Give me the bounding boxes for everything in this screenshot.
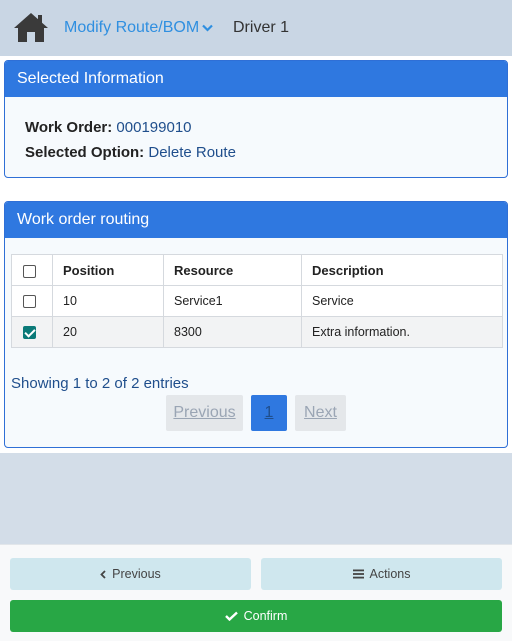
column-header[interactable]: Resource xyxy=(163,254,302,286)
resource-cell: Service1 xyxy=(163,285,302,317)
modify-route-menu[interactable]: Modify Route/BOM xyxy=(64,19,213,37)
chevron-left-icon xyxy=(100,569,106,579)
driver-label: Driver 1 xyxy=(233,19,290,36)
row-checkbox-cell xyxy=(11,285,53,317)
menu-label: Modify Route/BOM xyxy=(64,19,200,36)
resource-cell: 8300 xyxy=(163,316,302,348)
home-icon[interactable] xyxy=(13,11,49,43)
selected-option-row: Selected Option: Delete Route xyxy=(25,144,236,161)
selected-option-value: Delete Route xyxy=(148,144,236,161)
select-all-checkbox[interactable] xyxy=(23,264,36,278)
pagination-page-button[interactable]: 1 xyxy=(251,395,287,431)
entries-info: Showing 1 to 2 of 2 entries xyxy=(11,375,189,392)
pagination-previous-button[interactable]: Previous xyxy=(166,395,243,431)
work-order-row: Work Order: 000199010 xyxy=(25,119,192,136)
panel-title: Work order routing xyxy=(5,202,507,238)
table-row[interactable]: 10 Service1 Service xyxy=(11,285,503,317)
description-cell: Extra information. xyxy=(301,316,503,348)
column-header[interactable]: Description xyxy=(301,254,503,286)
chevron-down-icon xyxy=(202,24,213,32)
table-header-row: Position Resource Description xyxy=(11,254,503,286)
work-order-label: Work Order: xyxy=(25,119,113,136)
panel-title: Selected Information xyxy=(5,61,507,97)
checkmark-icon xyxy=(224,611,238,621)
confirm-button-label: Confirm xyxy=(243,609,288,623)
routing-table: Position Resource Description 10 Service… xyxy=(11,254,503,348)
column-header[interactable]: Position xyxy=(52,254,164,286)
previous-button[interactable]: Previous xyxy=(10,558,251,590)
actions-button-label: Actions xyxy=(369,567,411,581)
confirm-button[interactable]: Confirm xyxy=(10,600,502,632)
work-order-value: 000199010 xyxy=(116,119,192,136)
row-checkbox-cell xyxy=(11,316,53,348)
pagination-next-button[interactable]: Next xyxy=(295,395,346,431)
previous-button-label: Previous xyxy=(112,567,161,581)
select-all-cell xyxy=(11,254,53,286)
work-order-routing-panel: Work order routing Position Resource Des… xyxy=(4,201,508,448)
table-row[interactable]: 20 8300 Extra information. xyxy=(11,316,503,348)
row-checkbox[interactable] xyxy=(23,295,36,309)
row-checkbox[interactable] xyxy=(23,326,36,340)
menu-icon xyxy=(352,569,364,579)
position-cell: 20 xyxy=(52,316,164,348)
description-cell: Service xyxy=(301,285,503,317)
content-area: Selected Information Work Order: 0001990… xyxy=(0,56,512,453)
selected-option-label: Selected Option: xyxy=(25,144,145,161)
footer-bar: Previous Actions Confirm xyxy=(0,544,512,641)
actions-button[interactable]: Actions xyxy=(261,558,502,590)
position-cell: 10 xyxy=(52,285,164,317)
header-bar: Modify Route/BOM Driver 1 xyxy=(0,0,512,56)
selected-information-panel: Selected Information Work Order: 0001990… xyxy=(4,60,508,178)
